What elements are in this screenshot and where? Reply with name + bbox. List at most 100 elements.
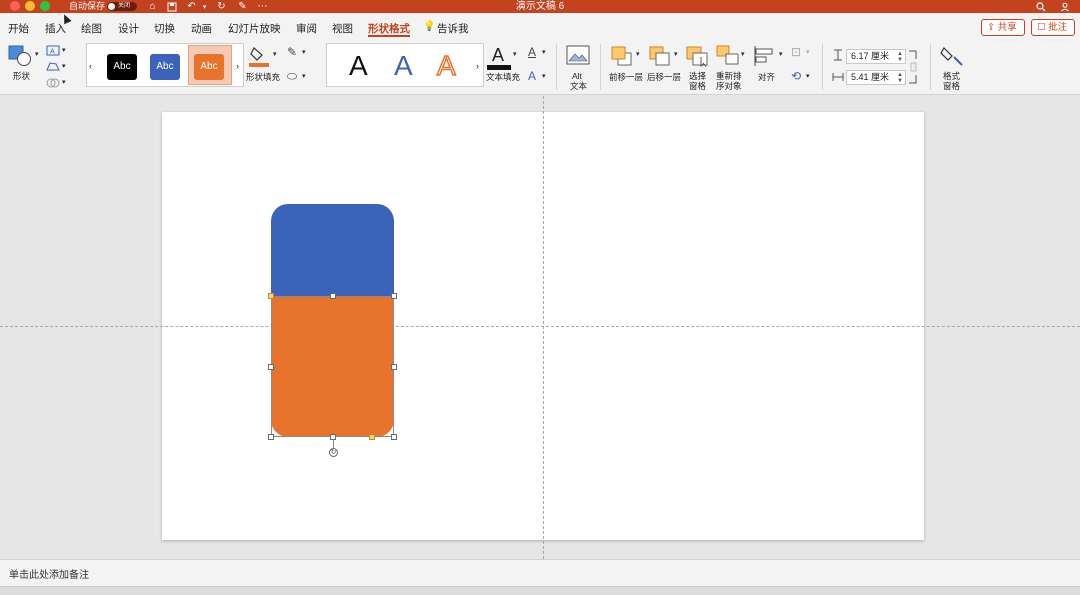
share-button[interactable]: ⇪ 共享 <box>981 19 1025 36</box>
shapes-button[interactable] <box>8 45 34 70</box>
shape-outline-icon[interactable]: ✎ <box>284 44 300 60</box>
search-icon[interactable] <box>1034 0 1047 13</box>
selection-pane-button[interactable] <box>686 44 710 68</box>
tab-animations[interactable]: 动画 <box>191 21 212 36</box>
shapes-dropdown-icon[interactable]: ▾ <box>35 50 39 60</box>
align-button[interactable] <box>753 44 777 68</box>
width-decrease-icon[interactable]: ▼ <box>897 78 903 84</box>
align-dropdown-icon[interactable]: ▾ <box>779 50 783 60</box>
more-icon[interactable]: ⋯ <box>256 0 269 13</box>
resize-handle-left[interactable] <box>268 364 274 370</box>
merge-dropdown-icon[interactable]: ▾ <box>62 78 66 88</box>
comment-icon: ☐ <box>1037 22 1046 33</box>
width-icon <box>831 70 845 84</box>
tab-review[interactable]: 审阅 <box>296 21 317 36</box>
shape-fill-dropdown-icon[interactable]: ▾ <box>273 50 277 60</box>
shape-fill-button[interactable] <box>248 44 270 68</box>
comment-button[interactable]: ☐ 批注 <box>1031 19 1075 36</box>
rotate-handle-icon[interactable]: ↻ <box>329 448 338 457</box>
shape-style-orange[interactable]: Abc <box>194 54 224 80</box>
effects-dropdown-icon[interactable]: ▾ <box>302 72 306 82</box>
bring-forward-button[interactable] <box>610 44 634 68</box>
group-dropdown-icon[interactable]: ▾ <box>806 48 810 58</box>
vertical-guide[interactable] <box>543 96 544 559</box>
height-decrease-icon[interactable]: ▼ <box>897 57 903 63</box>
tab-slideshow[interactable]: 幻灯片放映 <box>228 21 281 36</box>
undo-icon[interactable]: ↶ <box>185 0 198 13</box>
toggle-knob <box>108 3 115 10</box>
lock-aspect-icon[interactable] <box>908 49 918 85</box>
autosave-toggle[interactable]: 关闭 <box>107 2 137 11</box>
reorder-dropdown-icon[interactable]: ▾ <box>741 50 745 60</box>
format-pane-button[interactable] <box>940 44 964 68</box>
redo-icon[interactable]: ↻ <box>215 0 228 13</box>
wordart-style-blue[interactable]: A <box>394 50 413 82</box>
resize-handle-right[interactable] <box>391 364 397 370</box>
save-icon[interactable] <box>165 0 178 13</box>
text-box-dropdown-icon[interactable]: ▾ <box>62 46 66 56</box>
edit-shape-icon[interactable] <box>45 59 61 73</box>
send-backward-button[interactable] <box>648 44 672 68</box>
alt-text-label-1: Alt <box>572 71 582 81</box>
rotate-dropdown-icon[interactable]: ▾ <box>806 72 810 82</box>
paint-bucket-icon <box>249 47 269 67</box>
gallery-next-icon[interactable]: › <box>236 61 239 71</box>
text-box-icon[interactable]: A <box>45 43 61 57</box>
edit-icon[interactable]: ✎ <box>236 0 249 13</box>
text-fill-icon: A <box>487 45 511 70</box>
resize-handle-top[interactable] <box>330 293 336 299</box>
wordart-style-black[interactable]: A <box>349 50 368 82</box>
tab-home[interactable]: 开始 <box>8 21 29 36</box>
text-outline-dropdown-icon[interactable]: ▾ <box>542 48 546 58</box>
send-backward-label: 后移一层 <box>647 72 682 82</box>
minimize-window-button[interactable] <box>25 1 35 11</box>
resize-handle-bottom-right[interactable] <box>391 434 397 440</box>
shape-effects-icon[interactable]: ⬭ <box>284 68 300 84</box>
horizontal-guide[interactable] <box>0 326 1080 327</box>
notes-pane[interactable]: 单击此处添加备注 <box>0 559 1080 586</box>
ribbon-tab-row: 开始 插入 绘图 设计 切换 动画 幻灯片放映 审阅 视图 形状格式 💡 告诉我… <box>0 13 1080 40</box>
shape-style-black[interactable]: Abc <box>107 54 137 80</box>
wordart-next-icon[interactable]: › <box>476 61 479 71</box>
bring-forward-dropdown-icon[interactable]: ▾ <box>636 50 640 60</box>
height-input[interactable]: 6.17 厘米 ▲ ▼ <box>846 49 906 64</box>
tab-draw[interactable]: 绘图 <box>81 21 102 36</box>
reorder-objects-button[interactable] <box>716 44 740 68</box>
width-input[interactable]: 5.41 厘米 ▲ ▼ <box>846 70 906 85</box>
adjust-handle[interactable] <box>268 293 274 299</box>
rotate-objects-icon[interactable]: ⟲ <box>788 68 804 84</box>
home-icon[interactable]: ⌂ <box>146 0 159 13</box>
text-outline-icon[interactable]: A <box>524 44 540 60</box>
wordart-style-orange[interactable]: A <box>436 49 456 82</box>
tab-transitions[interactable]: 切换 <box>154 21 175 36</box>
outline-dropdown-icon[interactable]: ▾ <box>302 48 306 58</box>
blue-rounded-shape[interactable] <box>271 204 394 298</box>
zoom-window-button[interactable] <box>40 1 50 11</box>
selection-box <box>271 296 394 437</box>
tab-tell-me[interactable]: 告诉我 <box>437 21 469 36</box>
edit-shape-dropdown-icon[interactable]: ▾ <box>62 62 66 72</box>
text-fill-label: 文本填充 <box>486 72 521 82</box>
gallery-prev-icon[interactable]: ‹ <box>89 61 92 71</box>
shape-styles-gallery: ‹ Abc Abc Abc › <box>86 43 244 87</box>
text-effects-dropdown-icon[interactable]: ▾ <box>542 72 546 82</box>
close-window-button[interactable] <box>10 1 20 11</box>
text-fill-button[interactable]: A <box>487 44 511 70</box>
shape-style-blue[interactable]: Abc <box>150 54 180 80</box>
tab-shape-format[interactable]: 形状格式 <box>368 21 410 36</box>
tab-design[interactable]: 设计 <box>118 21 139 36</box>
comment-label: 批注 <box>1048 22 1068 33</box>
account-icon[interactable] <box>1058 0 1071 13</box>
merge-shapes-icon[interactable] <box>45 75 61 89</box>
align-label: 对齐 <box>758 72 776 82</box>
resize-handle-bottom-left[interactable] <box>268 434 274 440</box>
text-fill-dropdown-icon[interactable]: ▾ <box>513 50 517 60</box>
alt-text-button[interactable] <box>566 44 590 68</box>
text-effects-icon[interactable]: A <box>524 68 540 84</box>
undo-dropdown-icon[interactable]: ▾ <box>198 0 211 13</box>
tab-view[interactable]: 视图 <box>332 21 353 36</box>
send-backward-dropdown-icon[interactable]: ▾ <box>674 50 678 60</box>
corner-radius-handle[interactable] <box>369 434 375 440</box>
resize-handle-top-right[interactable] <box>391 293 397 299</box>
group-objects-icon[interactable]: ⊡ <box>788 44 804 60</box>
